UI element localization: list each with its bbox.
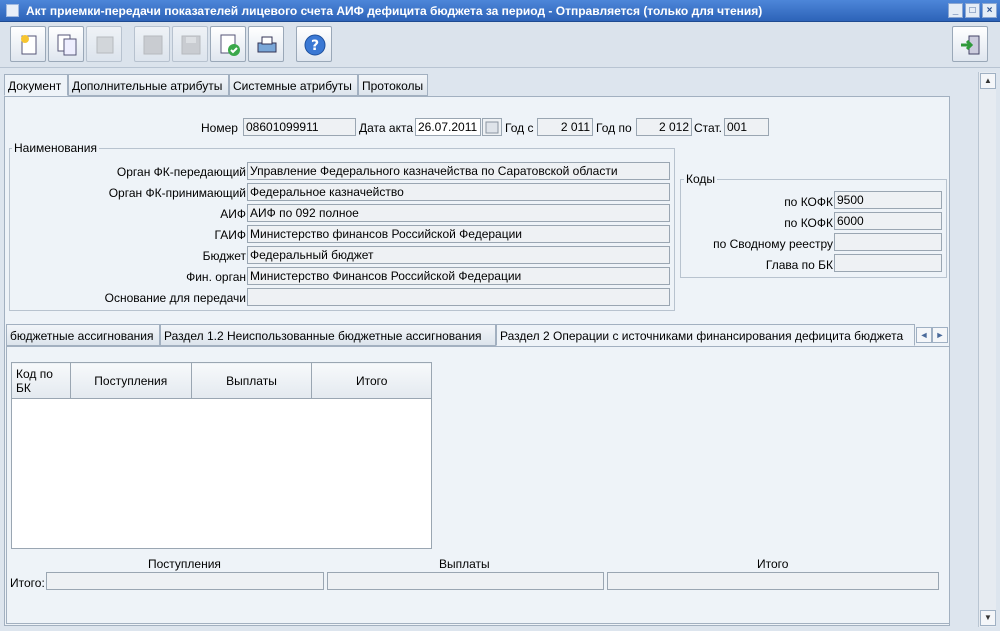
window-title-bar: Акт приемки-передачи показателей лицевог… <box>0 0 1000 22</box>
scroll-up-icon[interactable]: ▲ <box>980 73 996 89</box>
year-from-field[interactable]: 2 011 <box>537 118 593 136</box>
check-document-button[interactable] <box>210 26 246 62</box>
stat-field[interactable]: 001 <box>724 118 769 136</box>
number-field[interactable]: 08601099911 <box>243 118 356 136</box>
gaif-field[interactable]: Министерство финансов Российской Федерац… <box>247 225 670 243</box>
date-field[interactable]: 26.07.2011 <box>415 118 481 136</box>
window-title: Акт приемки-передачи показателей лицевог… <box>26 4 763 18</box>
column-header-bk-code[interactable]: Код по БК <box>11 362 71 399</box>
kofk-1-field[interactable]: 9500 <box>834 191 942 209</box>
calendar-button[interactable] <box>482 118 502 136</box>
totals-payments-header: Выплаты <box>439 557 490 571</box>
column-header-total[interactable]: Итого <box>311 362 432 399</box>
app-icon <box>6 4 19 17</box>
year-to-field[interactable]: 2 012 <box>636 118 692 136</box>
undo-disabled-button[interactable] <box>134 26 170 62</box>
bk-chapter-label: Глава по БК <box>765 258 833 272</box>
kofk-2-label: по КОФК <box>784 216 833 230</box>
bk-chapter-field[interactable] <box>834 254 942 272</box>
budget-field[interactable]: Федеральный бюджет <box>247 246 670 264</box>
tab-section-1-2[interactable]: Раздел 1.2 Неиспользованные бюджетные ас… <box>160 324 496 346</box>
floppy-icon <box>143 35 163 55</box>
year-from-label: Год с <box>505 121 534 135</box>
totals-total-header: Итого <box>757 557 789 571</box>
receiver-fk-label: Орган ФК-принимающий <box>108 186 246 200</box>
copy-document-icon <box>57 34 77 56</box>
transfer-basis-field[interactable] <box>247 288 670 306</box>
totals-label: Итого: <box>10 576 45 590</box>
new-document-icon <box>21 35 37 55</box>
exit-button[interactable] <box>952 26 988 62</box>
print-disabled-button[interactable] <box>86 26 122 62</box>
operations-table-body[interactable] <box>11 399 432 549</box>
help-icon: ? <box>304 34 326 56</box>
gaif-label: ГАИФ <box>214 228 246 242</box>
kofk-2-field[interactable]: 6000 <box>834 212 942 230</box>
document-check-icon <box>220 34 240 56</box>
tabs-scroll-right-icon[interactable]: ► <box>932 327 948 343</box>
document-stack-icon <box>96 36 114 54</box>
new-document-button[interactable] <box>10 26 46 62</box>
help-button[interactable]: ? <box>296 26 332 62</box>
print-button[interactable] <box>248 26 284 62</box>
tab-additional-attributes[interactable]: Дополнительные атрибуты <box>68 74 229 96</box>
section-tabs: бюджетные ассигнования Раздел 1.2 Неиспо… <box>6 324 950 346</box>
totals-receipts-field[interactable] <box>46 572 324 590</box>
tab-document[interactable]: Документ <box>4 74 68 96</box>
save-icon <box>181 35 201 55</box>
svg-text:?: ? <box>311 38 319 54</box>
tab-section-2[interactable]: Раздел 2 Операции с источниками финансир… <box>496 324 915 346</box>
printer-icon <box>257 36 277 53</box>
fin-organ-label: Фин. орган <box>186 270 246 284</box>
transfer-basis-label: Основание для передачи <box>104 291 246 305</box>
close-icon[interactable]: × <box>982 3 997 18</box>
column-header-receipts[interactable]: Поступления <box>69 362 192 399</box>
summary-registry-label: по Сводному реестру <box>713 237 833 251</box>
receiver-fk-field[interactable]: Федеральное казначейство <box>247 183 670 201</box>
tabs-scroll-left-icon[interactable]: ◄ <box>916 327 932 343</box>
budget-label: Бюджет <box>202 249 246 263</box>
vertical-scrollbar[interactable]: ▲ ▼ <box>978 72 996 627</box>
tab-protocols[interactable]: Протоколы <box>358 74 428 96</box>
totals-payments-field[interactable] <box>327 572 604 590</box>
date-label: Дата акта <box>359 121 413 135</box>
copy-document-button[interactable] <box>48 26 84 62</box>
tab-section-1-1[interactable]: бюджетные ассигнования <box>6 324 160 346</box>
scroll-down-icon[interactable]: ▼ <box>980 610 996 626</box>
names-group-title: Наименования <box>12 141 100 155</box>
kofk-1-label: по КОФК <box>784 195 833 209</box>
aif-label: АИФ <box>220 207 246 221</box>
maximize-icon[interactable]: □ <box>965 3 980 18</box>
year-to-label: Год по <box>596 121 632 135</box>
sender-fk-field[interactable]: Управление Федерального казначейства по … <box>247 162 670 180</box>
summary-registry-field[interactable] <box>834 233 942 251</box>
sender-fk-label: Орган ФК-передающий <box>116 165 246 179</box>
operations-table: Код по БК Поступления Выплаты Итого <box>11 362 432 399</box>
aif-field[interactable]: АИФ по 092 полное <box>247 204 670 222</box>
toolbar: ? <box>0 22 1000 68</box>
minimize-icon[interactable]: _ <box>948 3 963 18</box>
column-header-payments[interactable]: Выплаты <box>190 362 313 399</box>
tab-system-attributes[interactable]: Системные атрибуты <box>229 74 358 96</box>
save-disabled-button[interactable] <box>172 26 208 62</box>
exit-door-icon <box>961 35 980 55</box>
totals-receipts-header: Поступления <box>148 557 221 571</box>
number-label: Номер <box>201 121 238 135</box>
calendar-icon <box>485 121 499 134</box>
stat-label: Стат. <box>694 121 722 135</box>
totals-total-field[interactable] <box>607 572 939 590</box>
codes-group-title: Коды <box>684 172 718 186</box>
fin-organ-field[interactable]: Министерство Финансов Российской Федерац… <box>247 267 670 285</box>
